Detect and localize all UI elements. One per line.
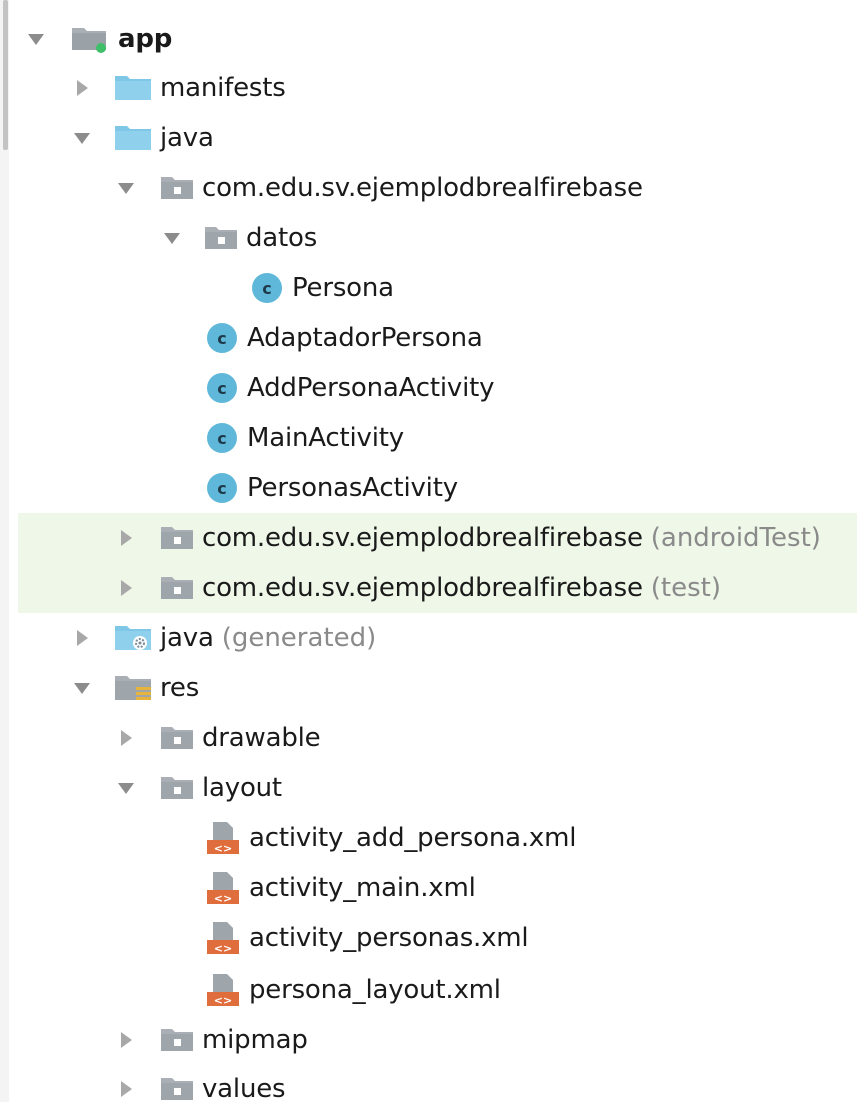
tree-node-xml-file[interactable]: <> activity_add_persona.xml — [0, 813, 857, 863]
expanded-arrow-icon[interactable] — [24, 27, 48, 51]
tree-node-package-main[interactable]: com.edu.sv.ejemplodbrealfirebase — [0, 163, 857, 213]
svg-text:c: c — [262, 279, 271, 298]
node-label-package-main: com.edu.sv.ejemplodbrealfirebase — [202, 173, 643, 203]
package-folder-icon — [160, 174, 194, 202]
node-suffix-test: (test) — [650, 573, 721, 603]
source-folder-icon — [114, 73, 152, 103]
project-tree: app manifests java com.edu.sv.ejemplodbr… — [0, 0, 857, 1104]
node-label-layout: layout — [202, 773, 282, 803]
collapsed-arrow-icon[interactable] — [114, 726, 138, 750]
node-label-datos: datos — [246, 223, 318, 253]
tree-node-personas-activity-class[interactable]: c PersonasActivity — [0, 463, 857, 513]
tree-node-add-activity-class[interactable]: c AddPersonaActivity — [0, 363, 857, 413]
svg-text:c: c — [217, 379, 226, 398]
node-label-values: values — [202, 1074, 286, 1104]
package-folder-icon — [204, 224, 238, 252]
node-label-package-test: com.edu.sv.ejemplodbrealfirebase — [202, 573, 643, 603]
node-label-java-generated: java — [160, 623, 214, 653]
expanded-arrow-icon[interactable] — [160, 226, 184, 250]
node-label-java: java — [160, 123, 214, 153]
collapsed-arrow-icon[interactable] — [114, 576, 138, 600]
folder-icon — [160, 774, 194, 802]
node-label-persona-layout: persona_layout.xml — [249, 975, 501, 1005]
svg-text:<>: <> — [214, 994, 232, 1007]
tree-node-drawable[interactable]: drawable — [0, 713, 857, 763]
tree-node-persona-class[interactable]: c Persona — [0, 263, 857, 313]
tree-node-main-activity-class[interactable]: c MainActivity — [0, 413, 857, 463]
java-class-icon: c — [205, 421, 239, 455]
node-label-res: res — [160, 673, 200, 703]
tree-node-xml-file[interactable]: <> persona_layout.xml — [0, 965, 857, 1015]
java-class-icon: c — [250, 271, 284, 305]
svg-text:c: c — [217, 429, 226, 448]
node-suffix-android-test: (androidTest) — [650, 523, 821, 553]
xml-file-icon: <> — [205, 870, 241, 906]
collapsed-arrow-icon[interactable] — [70, 76, 94, 100]
tree-node-layout[interactable]: layout — [0, 763, 857, 813]
node-label-mipmap: mipmap — [202, 1025, 308, 1055]
source-folder-icon — [114, 123, 152, 153]
node-label-activity-add-persona: activity_add_persona.xml — [249, 823, 577, 853]
expanded-arrow-icon[interactable] — [70, 126, 94, 150]
node-label-drawable: drawable — [202, 723, 321, 753]
package-folder-icon — [160, 574, 194, 602]
tree-node-app[interactable]: app — [0, 14, 857, 64]
tree-node-mipmap[interactable]: mipmap — [0, 1015, 857, 1065]
node-label-activity-personas: activity_personas.xml — [249, 923, 529, 953]
tree-node-package-android-test[interactable]: com.edu.sv.ejemplodbrealfirebase (androi… — [18, 513, 857, 563]
svg-text:<>: <> — [214, 942, 232, 955]
svg-text:<>: <> — [214, 892, 232, 905]
tree-node-java[interactable]: java — [0, 113, 857, 163]
node-label-main-activity: MainActivity — [247, 423, 404, 453]
collapsed-arrow-icon[interactable] — [114, 1077, 138, 1101]
svg-text:<>: <> — [214, 842, 232, 855]
expanded-arrow-icon[interactable] — [114, 176, 138, 200]
java-class-icon: c — [205, 321, 239, 355]
collapsed-arrow-icon[interactable] — [114, 526, 138, 550]
java-class-icon: c — [205, 371, 239, 405]
tree-node-adaptador-class[interactable]: c AdaptadorPersona — [0, 313, 857, 363]
node-label-personas-activity: PersonasActivity — [247, 473, 458, 503]
tree-node-res[interactable]: res — [0, 663, 857, 713]
collapsed-arrow-icon[interactable] — [114, 1028, 138, 1052]
tree-node-values[interactable]: values — [0, 1064, 857, 1114]
node-label-manifests: manifests — [160, 73, 286, 103]
folder-icon — [160, 1075, 194, 1103]
tree-node-manifests[interactable]: manifests — [0, 63, 857, 113]
svg-text:c: c — [217, 329, 226, 348]
xml-file-icon: <> — [205, 972, 241, 1008]
node-label-add-activity: AddPersonaActivity — [247, 373, 495, 403]
node-suffix-generated: (generated) — [221, 623, 377, 653]
resources-folder-icon — [114, 673, 152, 703]
expanded-arrow-icon[interactable] — [70, 676, 94, 700]
expanded-arrow-icon[interactable] — [114, 776, 138, 800]
tree-node-datos[interactable]: datos — [0, 213, 857, 263]
collapsed-arrow-icon[interactable] — [70, 626, 94, 650]
node-label-adaptador: AdaptadorPersona — [247, 323, 483, 353]
xml-file-icon: <> — [205, 920, 241, 956]
node-label-package-android-test: com.edu.sv.ejemplodbrealfirebase — [202, 523, 643, 553]
java-class-icon: c — [205, 471, 239, 505]
tree-node-package-test[interactable]: com.edu.sv.ejemplodbrealfirebase (test) — [18, 563, 857, 613]
svg-text:c: c — [217, 479, 226, 498]
generated-source-folder-icon — [114, 623, 152, 653]
tree-node-xml-file[interactable]: <> activity_personas.xml — [0, 913, 857, 963]
node-label-persona: Persona — [292, 273, 394, 303]
tree-node-java-generated[interactable]: java (generated) — [0, 613, 857, 663]
package-folder-icon — [160, 524, 194, 552]
xml-file-icon: <> — [205, 820, 241, 856]
node-label-activity-main: activity_main.xml — [249, 873, 476, 903]
folder-icon — [160, 1026, 194, 1054]
tree-node-xml-file[interactable]: <> activity_main.xml — [0, 863, 857, 913]
node-label-app: app — [118, 24, 173, 54]
folder-icon — [160, 724, 194, 752]
module-folder-icon — [70, 24, 110, 54]
